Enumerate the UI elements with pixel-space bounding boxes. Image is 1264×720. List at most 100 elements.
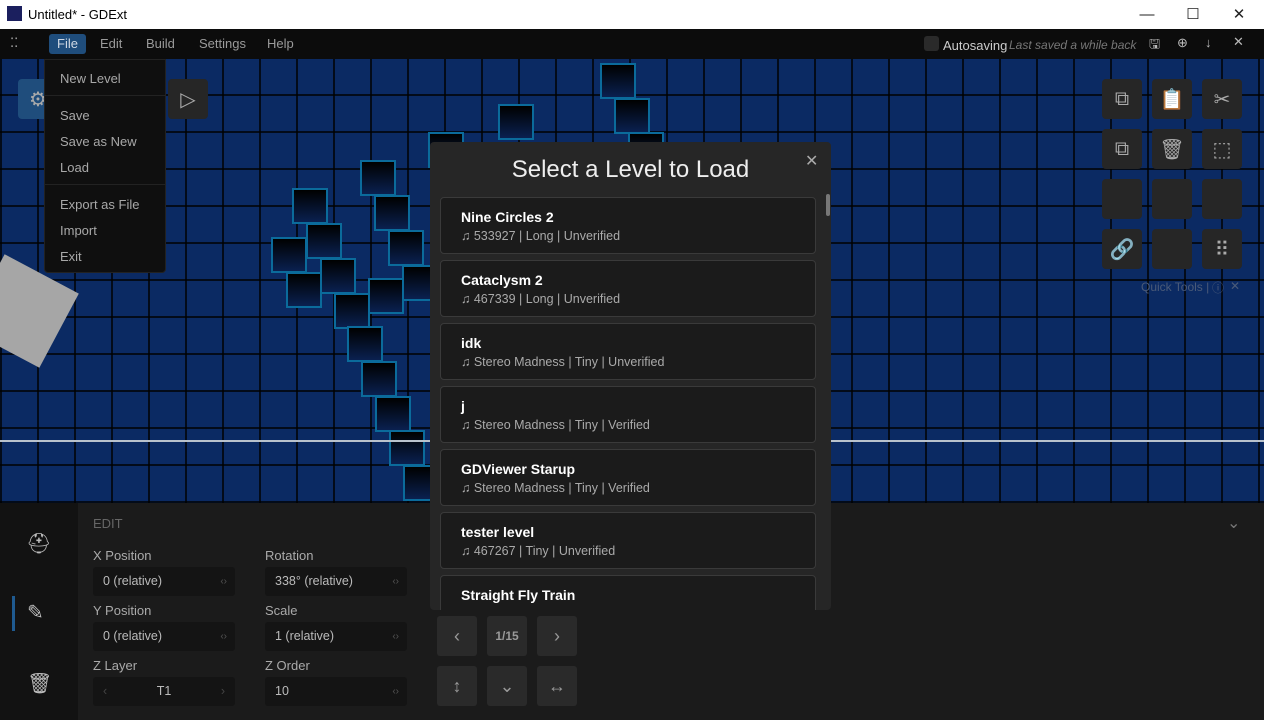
delete-trash-icon[interactable]: 🗑 (27, 671, 52, 696)
level-list-item[interactable]: tester level ♫ 467267 | Tiny | Unverified (440, 512, 816, 569)
close-window-button[interactable]: ✕ (1216, 0, 1262, 29)
menu-item-load[interactable]: Load (60, 160, 89, 175)
empty-tool-button[interactable] (1152, 229, 1192, 269)
level-list-item[interactable]: Nine Circles 2 ♫ 533927 | Long | Unverifi… (440, 197, 816, 254)
level-block[interactable] (361, 361, 397, 397)
window-title: Untitled* - GDExt (28, 7, 127, 22)
next-page-icon[interactable]: › (537, 616, 577, 656)
level-block[interactable] (374, 195, 410, 231)
empty-tool-button[interactable] (1152, 179, 1192, 219)
menu-file[interactable]: File (49, 34, 86, 54)
page-indicator: 1/15 (487, 616, 527, 656)
level-name: Cataclysm 2 (461, 272, 543, 288)
level-block[interactable] (347, 326, 383, 362)
level-block[interactable] (375, 396, 411, 432)
level-block[interactable] (360, 160, 396, 196)
level-list-item[interactable]: Cataclysm 2 ♫ 467339 | Long | Unverified (440, 260, 816, 317)
play-icon[interactable]: ▷ (168, 79, 208, 119)
next-layer-icon[interactable]: › (221, 677, 225, 706)
z-layer-label: Z Layer (93, 658, 138, 673)
menu-item-export-file[interactable]: Export as File (60, 197, 139, 212)
build-helmet-icon[interactable]: ⛑ (26, 531, 51, 556)
level-block[interactable] (286, 272, 322, 308)
divider (45, 184, 165, 185)
download-icon[interactable]: ↓ (1205, 35, 1212, 50)
menu-item-exit[interactable]: Exit (60, 249, 82, 264)
delete-icon[interactable]: 🗑 (1152, 129, 1192, 169)
link-icon[interactable]: 🔗 (1102, 229, 1142, 269)
scrollbar[interactable] (826, 194, 830, 216)
menu-item-import[interactable]: Import (60, 223, 97, 238)
level-block[interactable] (498, 104, 534, 140)
x-position-input[interactable]: 0 (relative) ‹› (93, 567, 235, 596)
x-position-label: X Position (93, 548, 152, 563)
level-block[interactable] (600, 63, 636, 99)
level-list-item[interactable]: idk ♫ Stereo Madness | Tiny | Unverified (440, 323, 816, 380)
last-saved-text: Last saved a while back (1009, 38, 1137, 52)
level-block[interactable] (306, 223, 342, 259)
level-name: Straight Fly Train (461, 587, 576, 603)
level-block[interactable] (271, 237, 307, 273)
empty-tool-button[interactable] (1102, 179, 1142, 219)
app-icon (7, 6, 22, 21)
level-name: GDViewer Starup (461, 461, 576, 477)
menu-edit[interactable]: Edit (92, 34, 130, 54)
menu-help[interactable]: Help (259, 34, 302, 54)
level-block[interactable] (388, 230, 424, 266)
level-block[interactable] (614, 98, 650, 134)
maximize-button[interactable]: ☐ (1170, 0, 1216, 29)
chevron-down-icon[interactable]: ⌄ (487, 666, 527, 706)
section-title: EDIT (93, 516, 123, 531)
level-block[interactable] (368, 278, 404, 314)
menu-build[interactable]: Build (138, 34, 183, 54)
prev-page-icon[interactable]: ‹ (437, 616, 477, 656)
cut-icon[interactable]: ✂ (1202, 79, 1242, 119)
menu-item-new-level[interactable]: New Level (60, 71, 121, 86)
level-block[interactable] (320, 258, 356, 294)
info-icon[interactable]: ⓘ (1212, 279, 1224, 296)
drag-arrows-icon: ‹› (220, 631, 227, 642)
close-icon[interactable]: ✕ (1233, 34, 1244, 50)
paste-icon[interactable]: 📋 (1152, 79, 1192, 119)
modal-title: Select a Level to Load (511, 156, 750, 183)
level-list-item[interactable]: GDViewer Starup ♫ Stereo Madness | Tiny |… (440, 449, 816, 506)
z-layer-select[interactable]: ‹ T1 › (93, 677, 235, 706)
menu-settings[interactable]: Settings (191, 34, 254, 54)
level-block[interactable] (334, 293, 370, 329)
level-name: j (461, 398, 465, 414)
flip-vertical-icon[interactable]: ↕ (437, 666, 477, 706)
save-new-icon[interactable]: ⊕ (1177, 35, 1188, 51)
level-name: Nine Circles 2 (461, 209, 554, 225)
level-block[interactable] (389, 430, 425, 466)
autosave-label: Autosaving (943, 38, 1008, 53)
duplicate-icon[interactable]: ⧉ (1102, 129, 1142, 169)
menu-item-save[interactable]: Save (60, 108, 90, 123)
level-block[interactable] (292, 188, 328, 224)
close-modal-icon[interactable]: ✕ (805, 151, 818, 171)
drag-arrows-icon: ‹› (392, 631, 399, 642)
level-meta: ♫ 533927 | Long | Unverified (461, 229, 621, 243)
empty-tool-button[interactable] (1202, 179, 1242, 219)
level-list-item[interactable]: Straight Fly Train (440, 575, 816, 610)
select-icon[interactable]: ⬚ (1202, 129, 1242, 169)
rotation-input[interactable]: 338° (relative) ‹› (265, 567, 407, 596)
grid-dots-icon[interactable]: ⠿ (1202, 229, 1242, 269)
level-meta: ♫ Stereo Madness | Tiny | Verified (461, 418, 650, 432)
prev-layer-icon[interactable]: ‹ (103, 677, 107, 706)
collapse-chevron-icon[interactable]: ⌄ (1227, 513, 1240, 533)
close-quick-tools-icon[interactable]: ✕ (1230, 279, 1240, 293)
autosave-checkbox[interactable] (924, 36, 939, 51)
level-list-item[interactable]: j ♫ Stereo Madness | Tiny | Verified (440, 386, 816, 443)
edit-pencil-icon[interactable]: ✎ (27, 600, 44, 625)
flip-horizontal-icon[interactable]: ↔ (537, 666, 577, 706)
y-position-input[interactable]: 0 (relative) ‹› (93, 622, 235, 651)
menu-item-save-as-new[interactable]: Save as New (60, 134, 137, 149)
save-icon[interactable]: 🖫 (1149, 35, 1160, 57)
minimize-button[interactable]: — (1124, 0, 1170, 29)
copy-icon[interactable]: ⧉ (1102, 79, 1142, 119)
drag-arrows-icon: ‹› (220, 576, 227, 587)
load-level-modal: Select a Level to Load ✕ Nine Circles 2 ♫… (430, 142, 831, 610)
active-indicator (12, 596, 15, 631)
scale-input[interactable]: 1 (relative) ‹› (265, 622, 407, 651)
z-order-input[interactable]: 10 ‹› (265, 677, 407, 706)
